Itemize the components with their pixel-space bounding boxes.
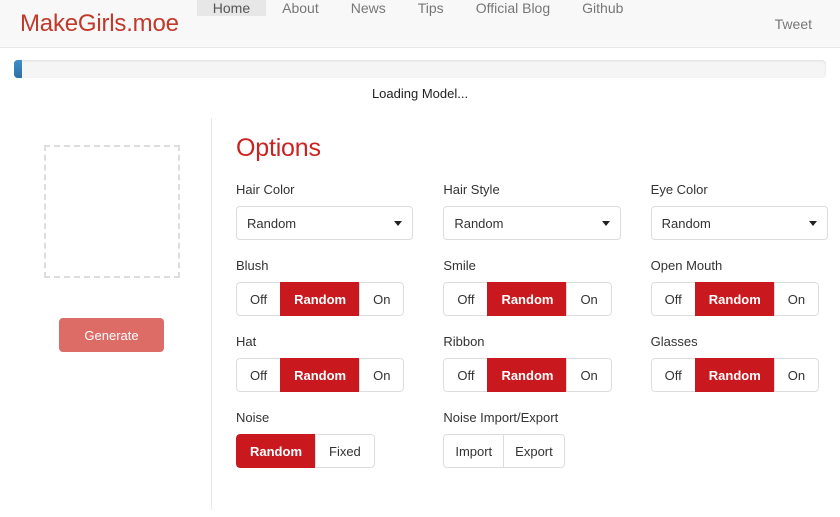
label-blush: Blush [236,258,269,273]
chevron-down-icon [394,220,403,226]
nav-item-news[interactable]: News [335,0,402,47]
toggle-group-glasses: Off Random On [650,358,820,392]
blush-off-button[interactable]: Off [236,282,281,316]
field-glasses: Glasses Off Random On [650,334,828,392]
field-hat: Hat Off Random On [236,334,413,392]
nav-item-official-blog[interactable]: Official Blog [460,0,566,47]
toggle-group-open-mouth: Off Random On [650,282,820,316]
select-hair-color-value: Random [247,215,297,231]
glasses-random-button[interactable]: Random [694,358,774,392]
main-content: Generate Options Hair Color Random Hair … [0,118,840,510]
field-smile: Smile Off Random On [443,258,620,316]
field-eye-color: Eye Color Random [650,182,828,240]
options-panel: Options Hair Color Random Hair Style Ran… [212,118,828,510]
nav-right-group: Tweet [759,0,840,47]
chevron-down-icon [808,220,817,226]
label-ribbon: Ribbon [443,334,485,349]
nav-link-tips[interactable]: Tips [402,0,460,16]
progress-bar-fill [14,60,23,78]
blush-random-button[interactable]: Random [280,282,360,316]
nav-menu: Home About News Tips Official Blog Githu… [196,0,640,47]
noise-random-button[interactable]: Random [236,434,315,468]
glasses-off-button[interactable]: Off [650,358,695,392]
noise-io-button-group: Import Export [443,434,565,468]
toggle-group-blush: Off Random On [236,282,405,316]
nav-link-home[interactable]: Home [196,0,267,16]
field-hair-color: Hair Color Random [236,182,414,240]
select-hair-style[interactable]: Random [443,206,621,240]
hat-random-button[interactable]: Random [280,358,360,392]
nav-link-news[interactable]: News [335,0,402,16]
preview-panel: Generate [12,118,212,510]
label-noise: Noise [236,410,270,425]
nav-item-tips[interactable]: Tips [402,0,460,47]
smile-off-button[interactable]: Off [443,282,488,316]
open-mouth-off-button[interactable]: Off [650,282,695,316]
progress-section: Loading Model... [0,48,840,101]
label-glasses: Glasses [650,334,698,349]
label-eye-color: Eye Color [650,182,708,197]
ribbon-on-button[interactable]: On [566,358,612,392]
glasses-on-button[interactable]: On [773,358,820,392]
ribbon-random-button[interactable]: Random [487,358,567,392]
nav-link-github[interactable]: Github [566,0,639,16]
options-grid: Hair Color Random Hair Style Random Eye … [236,182,828,486]
nav-link-official-blog[interactable]: Official Blog [460,0,566,16]
select-hair-color[interactable]: Random [236,206,414,240]
brand-logo[interactable]: MakeGirls.moe [0,0,197,47]
field-blush: Blush Off Random On [236,258,413,316]
field-noise: Noise Random Fixed [236,410,413,468]
field-hair-style: Hair Style Random [443,182,621,240]
nav-item-home[interactable]: Home [196,0,267,47]
nav-item-about[interactable]: About [266,0,335,47]
field-spacer [651,410,828,468]
label-open-mouth: Open Mouth [650,258,723,273]
label-noise-import-export: Noise Import/Export [443,410,559,425]
generate-button[interactable]: Generate [59,318,164,352]
noise-fixed-button[interactable]: Fixed [315,434,375,468]
hat-off-button[interactable]: Off [236,358,281,392]
label-hat: Hat [236,334,257,349]
toggle-group-hat: Off Random On [236,358,405,392]
field-open-mouth: Open Mouth Off Random On [650,258,828,316]
hat-on-button[interactable]: On [359,358,405,392]
field-ribbon: Ribbon Off Random On [443,334,620,392]
smile-on-button[interactable]: On [566,282,612,316]
progress-track [14,60,826,78]
navbar: MakeGirls.moe Home About News Tips Offic… [0,0,840,48]
toggle-group-ribbon: Off Random On [443,358,612,392]
chevron-down-icon [601,220,610,226]
noise-import-button[interactable]: Import [443,434,504,468]
select-hair-style-value: Random [454,215,504,231]
loading-status-text: Loading Model... [371,86,469,101]
nav-item-github[interactable]: Github [566,0,639,47]
label-hair-color: Hair Color [236,182,295,197]
open-mouth-on-button[interactable]: On [773,282,820,316]
blush-on-button[interactable]: On [359,282,405,316]
tweet-link[interactable]: Tweet [759,0,840,47]
ribbon-off-button[interactable]: Off [443,358,488,392]
smile-random-button[interactable]: Random [487,282,567,316]
noise-export-button[interactable]: Export [503,434,565,468]
label-smile: Smile [443,258,476,273]
field-noise-import-export: Noise Import/Export Import Export [443,410,620,468]
open-mouth-random-button[interactable]: Random [694,282,774,316]
options-title: Options [236,134,321,162]
select-eye-color-value: Random [661,215,711,231]
toggle-group-noise: Random Fixed [236,434,375,468]
select-eye-color[interactable]: Random [650,206,828,240]
label-hair-style: Hair Style [443,182,500,197]
image-placeholder [43,145,180,278]
nav-link-about[interactable]: About [266,0,335,16]
toggle-group-smile: Off Random On [443,282,612,316]
